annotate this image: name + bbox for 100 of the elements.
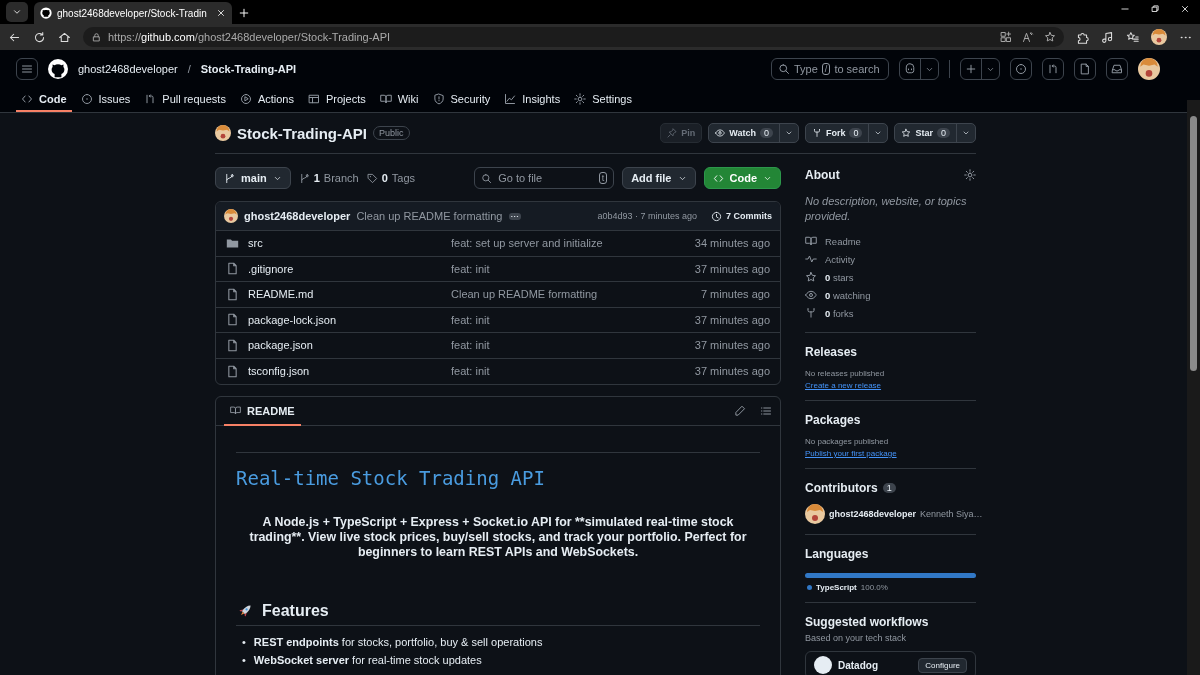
bullet: • [242, 653, 246, 667]
octocat-logo[interactable] [48, 59, 68, 79]
repo-tab[interactable]: Settings [569, 88, 637, 112]
repo-tab[interactable]: Actions [234, 88, 299, 112]
add-file-button[interactable]: Add file [622, 167, 696, 189]
close-icon[interactable] [1180, 4, 1190, 14]
about-stat[interactable]: 0 watching [825, 289, 871, 301]
avatar[interactable] [215, 125, 231, 141]
repo-tab[interactable]: Pull requests [139, 88, 231, 112]
avatar[interactable] [1151, 29, 1167, 45]
readme-tab[interactable]: README [224, 397, 301, 426]
owner-link[interactable]: ghost2468developer [78, 63, 178, 75]
commit-age: 37 minutes ago [694, 339, 770, 352]
file-name[interactable]: .gitignore [248, 262, 451, 275]
readme-intro: A Node.js + TypeScript + Express + Socket.io API for **simulated real-time stock trading**. View live stock prices, buy/sell stocks, and track your portfolio. Perfect for beginners to learn REST APIs and WebSockets. [248, 515, 748, 560]
commit-message[interactable]: feat: init [451, 339, 695, 352]
fork-button[interactable]: Fork 0 [804, 123, 889, 143]
about-stat[interactable]: Readme [825, 235, 861, 247]
avatar[interactable] [805, 504, 825, 524]
scrollbar[interactable] [1187, 100, 1200, 675]
settings-icon[interactable] [964, 169, 976, 181]
eye-button[interactable]: Watch 0 [708, 123, 799, 143]
puzzle-icon[interactable] [1076, 30, 1089, 44]
file-icon [226, 364, 239, 378]
pulse-icon [805, 253, 817, 265]
pull-request-icon [144, 93, 157, 105]
repo-tab[interactable]: Security [427, 88, 496, 112]
file-name[interactable]: README.md [248, 288, 451, 301]
close-icon[interactable] [215, 8, 226, 18]
about-stat[interactable]: 0 forks [825, 307, 854, 319]
workflow-logo [814, 656, 832, 674]
branches-link[interactable]: 1 Branch [298, 172, 359, 184]
configure-button[interactable]: Configure [918, 657, 967, 673]
commit-message[interactable]: Clean up README formatting [451, 288, 701, 301]
home-icon[interactable] [58, 30, 71, 44]
book-icon [379, 93, 392, 105]
repositories-button[interactable] [1074, 58, 1096, 80]
path-separator: / [187, 63, 191, 75]
publish-package-link[interactable]: Publish your first package [805, 449, 897, 458]
apps-icon[interactable] [1000, 31, 1012, 43]
file-icon [226, 262, 239, 276]
issues-button[interactable] [1010, 58, 1032, 80]
restore-icon[interactable] [1150, 4, 1160, 14]
section-heading: About [805, 168, 840, 182]
commit-message[interactable]: feat: set up server and initialize [451, 237, 695, 250]
commit-message[interactable]: Clean up README formatting [356, 210, 503, 222]
language-name[interactable]: TypeScript [816, 583, 857, 592]
read-aloud-icon[interactable] [1022, 31, 1034, 43]
inbox-button[interactable] [1106, 58, 1128, 80]
branch-icon [298, 172, 310, 184]
repo-tab[interactable]: Insights [499, 88, 566, 112]
contributor-login[interactable]: ghost2468developer [829, 509, 917, 519]
graph-icon [504, 93, 517, 105]
history-icon [711, 210, 722, 222]
commit-author[interactable]: ghost2468developer [244, 210, 351, 222]
outline-icon[interactable] [760, 405, 772, 417]
about-stat[interactable]: Activity [825, 253, 856, 265]
file-name[interactable]: src [248, 237, 451, 250]
repo-tab[interactable]: Wiki [374, 88, 424, 112]
star-button[interactable]: Star 0 [894, 123, 976, 143]
new-tab-icon[interactable] [237, 7, 250, 19]
avatar[interactable] [224, 209, 238, 223]
tags-link[interactable]: 0 Tags [366, 172, 416, 184]
language-percent: 100.0% [860, 583, 888, 592]
section-heading[interactable]: Packages [805, 413, 976, 427]
search-field[interactable]: Type / to search [771, 58, 889, 80]
repo-tab[interactable]: Projects [302, 88, 371, 112]
commit-message[interactable]: feat: init [451, 262, 695, 275]
avatar[interactable] [1138, 58, 1160, 80]
pencil-icon[interactable] [734, 405, 746, 417]
favorite-star-icon[interactable] [1044, 31, 1056, 43]
repo-tab[interactable]: Issues [75, 88, 136, 112]
file-name[interactable]: package.json [248, 339, 451, 352]
section-heading[interactable]: Contributors [805, 481, 878, 495]
inbox-icon [1111, 63, 1123, 75]
repo-name[interactable]: Stock-Trading-API [237, 124, 367, 142]
section-heading[interactable]: Releases [805, 345, 976, 359]
commits-link[interactable]: 7 Commits [703, 210, 772, 222]
copilot-button[interactable] [899, 58, 939, 80]
music-icon[interactable] [1101, 30, 1114, 44]
go-to-file-field[interactable]: Go to file t [474, 167, 615, 189]
refresh-icon[interactable] [33, 30, 46, 44]
browser-tab[interactable]: ghost2468developer/Stock-Tradin [34, 2, 232, 24]
contributor-name: Kenneth Siya… [920, 509, 983, 519]
repo-tab[interactable]: Code [16, 88, 72, 112]
commit-message[interactable]: feat: init [451, 313, 695, 326]
code-button[interactable]: Code [703, 167, 781, 189]
expand-button[interactable] [508, 212, 521, 220]
repo-link[interactable]: Stock-Trading-API [200, 63, 297, 75]
create-release-link[interactable]: Create a new release [805, 381, 882, 390]
branch-selector[interactable]: main [215, 167, 291, 189]
about-stat[interactable]: 0 stars [825, 271, 854, 283]
pull-request-icon [1047, 63, 1059, 75]
commit-message[interactable]: feat: init [451, 365, 695, 378]
file-name[interactable]: tsconfig.json [248, 365, 451, 378]
commit-age: 37 minutes ago [694, 262, 770, 275]
favorites-icon[interactable] [1126, 30, 1139, 44]
file-name[interactable]: package-lock.json [248, 313, 451, 326]
address-bar[interactable]: https://github.com/ghost2468developer/Stock-Trading-API [83, 27, 1064, 47]
tab-list-button[interactable] [6, 2, 28, 22]
